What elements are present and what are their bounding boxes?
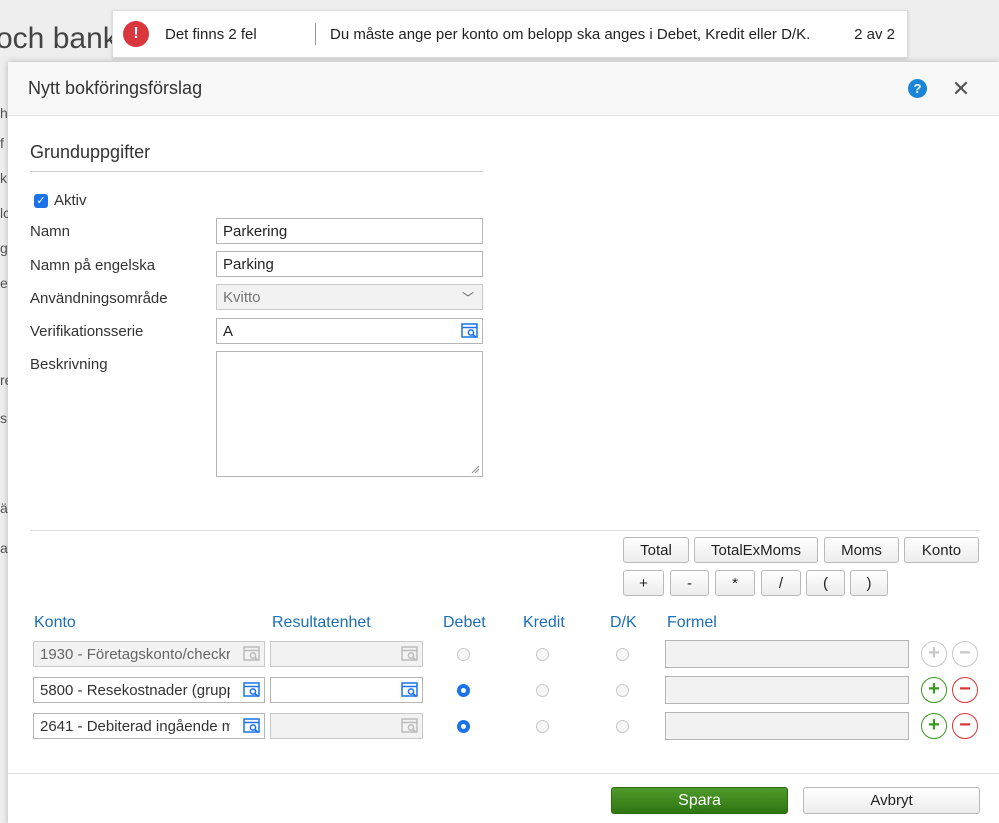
lookup-icon[interactable] (461, 323, 479, 339)
error-icon: ! (123, 21, 149, 47)
background-side-text: s (0, 410, 7, 426)
section-divider (30, 530, 980, 531)
background-side-text: f (0, 135, 4, 151)
name-en-label: Namn på engelska (30, 257, 156, 274)
background-side-text: ä (0, 500, 8, 516)
cancel-button[interactable]: Avbryt (803, 787, 980, 814)
remove-row-button: − (952, 641, 978, 667)
divide-button[interactable]: / (761, 570, 801, 596)
background-side-text: k (0, 170, 7, 186)
lookup-icon (401, 646, 418, 662)
credit-radio-row-2[interactable] (536, 684, 549, 697)
chevron-down-icon: ﹀ (461, 291, 474, 305)
credit-radio-row-1 (536, 648, 549, 661)
help-icon[interactable]: ? (908, 79, 927, 98)
account-value: 1930 - Företagskonto/checkräkning (40, 646, 230, 663)
resize-grip-icon[interactable] (471, 465, 479, 473)
remove-row-button[interactable]: − (952, 677, 978, 703)
name-input[interactable]: Parkering (216, 218, 483, 244)
add-row-button[interactable]: + (921, 713, 947, 739)
column-header-dk: D/K (610, 614, 637, 631)
open-paren-button[interactable]: ( (806, 570, 845, 596)
background-side-text: h (0, 105, 8, 121)
background-side-text: re (0, 372, 8, 388)
section-title: Grunduppgifter (30, 142, 483, 172)
description-label: Beskrivning (30, 356, 108, 373)
column-header-account: Konto (34, 614, 76, 631)
series-label: Verifikationsserie (30, 323, 144, 340)
series-input[interactable]: A (216, 318, 483, 344)
debit-radio-row-2[interactable] (457, 684, 470, 697)
background-side-text: lc (0, 205, 8, 221)
account-value: 5800 - Resekostnader (grupp) (40, 682, 230, 699)
account-input-row-1[interactable]: 1930 - Företagskonto/checkräkning (33, 641, 265, 667)
debit-radio-row-3[interactable] (457, 720, 470, 733)
account-input-row-2[interactable]: 5800 - Resekostnader (grupp) (33, 677, 265, 703)
active-checkbox[interactable]: ✓ (34, 193, 48, 208)
dialog-title: Nytt bokföringsförslag (28, 78, 203, 98)
dk-radio-row-1 (616, 648, 629, 661)
total-ex-moms-button[interactable]: TotalExMoms (694, 537, 818, 563)
dk-radio-row-2[interactable] (616, 684, 629, 697)
column-header-formula: Formel (667, 614, 717, 631)
close-paren-button[interactable]: ) (850, 570, 888, 596)
add-row-button: + (921, 641, 947, 667)
active-checkbox-row[interactable]: ✓ Aktiv (34, 192, 87, 209)
debit-radio-row-1 (457, 648, 470, 661)
add-row-button[interactable]: + (921, 677, 947, 703)
minus-button[interactable]: - (670, 570, 709, 596)
background-side-text: g (0, 240, 8, 256)
dk-radio-row-3[interactable] (616, 720, 629, 733)
error-pager[interactable]: 2 av 2 (854, 26, 895, 43)
error-count: Det finns 2 fel (165, 25, 257, 43)
account-input-row-3[interactable]: 2641 - Debiterad ingående moms (33, 713, 265, 739)
total-button[interactable]: Total (623, 537, 689, 563)
result-unit-input-row-3 (270, 713, 423, 739)
lookup-icon (243, 646, 260, 662)
booking-proposal-dialog: Nytt bokföringsförslag ? ✕ Grunduppgifte… (8, 62, 999, 823)
save-button[interactable]: Spara (611, 787, 788, 814)
plus-button[interactable]: + (623, 570, 664, 596)
lookup-icon[interactable] (401, 682, 419, 698)
formula-input-row-3[interactable] (665, 712, 909, 740)
name-label: Namn (30, 223, 71, 240)
close-icon[interactable]: ✕ (951, 76, 971, 102)
result-unit-input-row-1 (270, 641, 423, 667)
moms-button[interactable]: Moms (824, 537, 899, 563)
account-value: 2641 - Debiterad ingående moms (40, 718, 230, 735)
konto-button[interactable]: Konto (904, 537, 979, 563)
column-header-result-unit: Resultatenhet (272, 614, 371, 631)
lookup-icon[interactable] (243, 718, 261, 734)
lookup-icon (401, 718, 418, 734)
dialog-header: Nytt bokföringsförslag ? ✕ (8, 62, 999, 116)
credit-radio-row-3[interactable] (536, 720, 549, 733)
usage-value: Kvitto (223, 289, 261, 306)
background-side-text: el (0, 275, 8, 291)
column-header-debit: Debet (443, 614, 486, 631)
usage-label: Användningsområde (30, 290, 168, 307)
name-en-input[interactable]: Parking (216, 251, 483, 277)
background-side-text: a (0, 540, 8, 556)
lookup-icon[interactable] (243, 682, 261, 698)
column-header-credit: Kredit (523, 614, 565, 631)
usage-select[interactable]: Kvitto ﹀ (216, 284, 483, 310)
series-value: A (223, 323, 234, 340)
error-message: Du måste ange per konto om belopp ska an… (330, 25, 811, 43)
remove-row-button[interactable]: − (952, 713, 978, 739)
toast-separator (315, 23, 316, 45)
formula-input-row-1[interactable] (665, 640, 909, 668)
description-textarea[interactable] (216, 351, 483, 477)
error-toast: ! Det finns 2 fel Du måste ange per kont… (112, 10, 908, 58)
formula-input-row-2[interactable] (665, 676, 909, 704)
multiply-button[interactable]: * (715, 570, 755, 596)
result-unit-input-row-2[interactable] (270, 677, 423, 703)
dialog-footer: Spara Avbryt (8, 773, 999, 823)
active-label: Aktiv (54, 192, 87, 209)
